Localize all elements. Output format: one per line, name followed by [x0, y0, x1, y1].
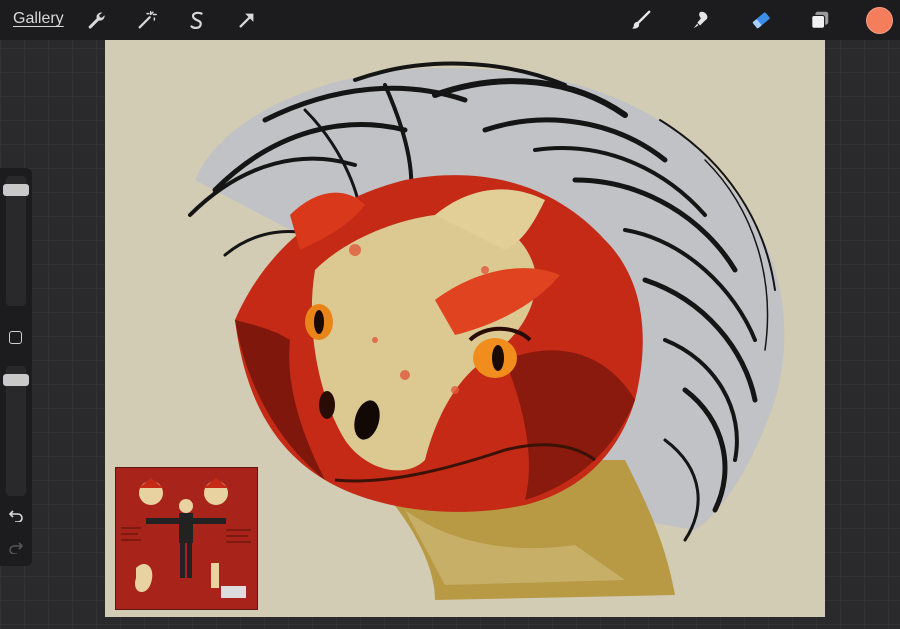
layers-icon	[811, 11, 829, 29]
selection-s-icon	[190, 11, 203, 30]
redo-button[interactable]	[6, 538, 26, 556]
layers-button[interactable]	[806, 6, 834, 34]
top-toolbar: Gallery	[0, 0, 900, 40]
undo-button[interactable]	[6, 506, 26, 524]
undo-icon	[8, 510, 23, 522]
actions-button[interactable]	[82, 6, 110, 34]
opacity-handle[interactable]	[3, 374, 29, 387]
brush-icon	[631, 10, 651, 29]
opacity-slider[interactable]	[3, 366, 29, 496]
wrench-icon	[88, 12, 105, 29]
eraser-tool-button[interactable]	[747, 6, 775, 34]
left-sidebar	[0, 168, 32, 566]
character-reference-art	[116, 468, 257, 609]
redo-icon	[9, 542, 24, 554]
transform-button[interactable]	[233, 6, 261, 34]
brush-tool-button[interactable]	[627, 6, 655, 34]
gallery-button[interactable]: Gallery	[13, 10, 64, 28]
adjustments-button[interactable]	[133, 6, 161, 34]
reference-image[interactable]	[115, 467, 258, 610]
smudge-icon	[693, 11, 708, 29]
brush-size-slider[interactable]	[3, 176, 29, 306]
eraser-icon	[752, 12, 770, 29]
color-picker-swatch[interactable]	[866, 7, 893, 34]
selection-button[interactable]	[183, 6, 211, 34]
smudge-tool-button[interactable]	[687, 6, 715, 34]
magic-wand-icon	[138, 11, 157, 29]
modify-button[interactable]	[9, 331, 22, 344]
transform-arrow-icon	[239, 13, 254, 28]
brush-size-handle[interactable]	[3, 184, 29, 197]
